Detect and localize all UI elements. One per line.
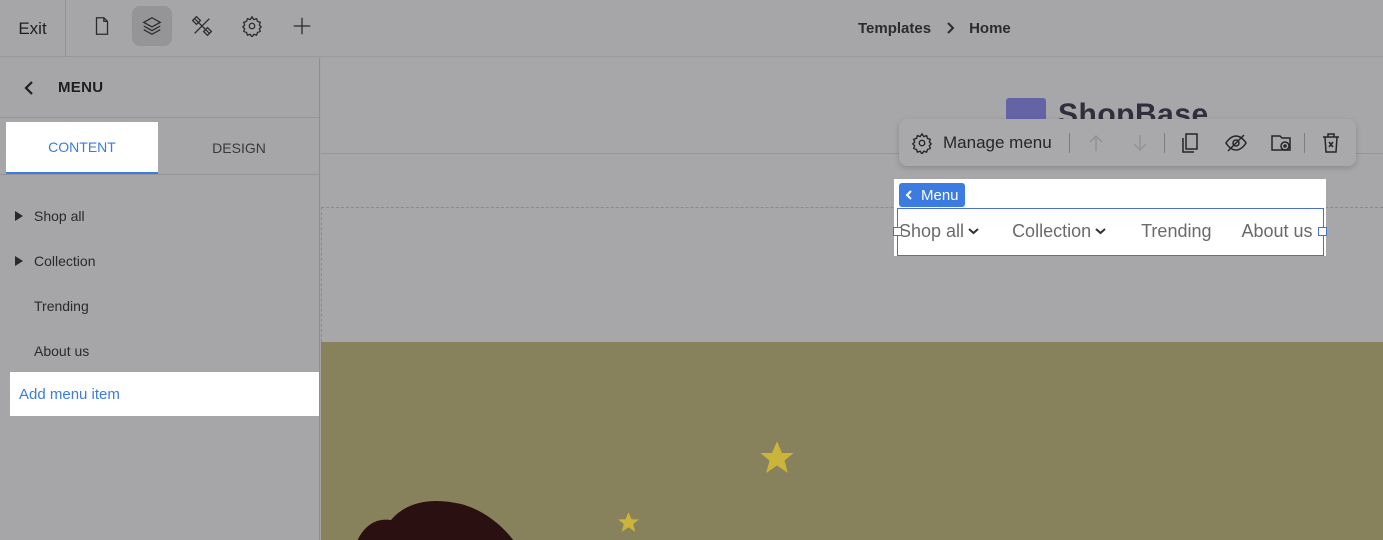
hide-button[interactable] (1224, 131, 1248, 155)
menu-item-shop-all[interactable]: Shop all (0, 193, 319, 238)
breadcrumb-home: Home (969, 19, 1011, 37)
toolbar-divider (1069, 133, 1070, 153)
tab-content[interactable]: CONTENT (6, 122, 158, 174)
toolbar-divider (1304, 133, 1305, 153)
menu-item-label: Shop all (34, 207, 85, 224)
hero-banner[interactable] (321, 342, 1383, 540)
gear-icon (911, 132, 933, 154)
menu-item-collection[interactable]: Collection (0, 238, 319, 283)
top-bar: Exit Templates Home (0, 0, 1383, 57)
gear-icon (241, 15, 263, 37)
caret-right-icon[interactable] (14, 210, 24, 222)
menu-item-list: Shop all Collection Trending About us (0, 175, 319, 373)
breadcrumb: Templates Home (858, 18, 1011, 38)
manage-menu-label: Manage menu (943, 132, 1052, 152)
page-button[interactable] (82, 6, 122, 46)
toolbar-divider (1164, 133, 1165, 153)
arrow-down-icon (1133, 135, 1147, 152)
chevron-right-icon (947, 22, 955, 34)
hero-illustration (357, 501, 514, 540)
add-section-button[interactable] (1269, 131, 1293, 155)
delete-icon (1323, 133, 1339, 153)
design-tools-icon (191, 15, 213, 37)
duplicate-button[interactable] (1179, 131, 1203, 155)
menu-item-trending[interactable]: Trending (0, 283, 319, 328)
back-icon[interactable] (20, 79, 38, 97)
caret-right-icon[interactable] (14, 255, 24, 267)
menu-badge-label: Menu (921, 186, 959, 204)
sidebar-title: MENU (58, 79, 104, 96)
add-button[interactable] (282, 6, 322, 46)
exit-button[interactable]: Exit (0, 0, 66, 57)
delete-button[interactable] (1319, 131, 1343, 155)
move-up-button[interactable] (1084, 131, 1108, 155)
sidebar-tabs: CONTENT DESIGN (0, 118, 319, 175)
menu-item-label: About us (34, 342, 90, 359)
add-menu-item-button[interactable]: Add menu item (10, 372, 319, 416)
tab-design[interactable]: DESIGN (163, 122, 315, 174)
sidebar: MENU CONTENT DESIGN Shop all Collection … (0, 58, 320, 540)
menu-item-label: Collection (34, 252, 96, 269)
chevron-left-icon (905, 190, 912, 200)
star-icon (760, 441, 794, 473)
menu-item-about-us[interactable]: About us (0, 328, 319, 373)
settings-button[interactable] (232, 6, 272, 46)
sidebar-header: MENU (0, 58, 319, 118)
menu-selection-frame (897, 208, 1324, 256)
layers-icon (142, 17, 162, 35)
resize-handle-right[interactable] (1318, 227, 1327, 236)
breadcrumb-templates[interactable]: Templates (858, 20, 931, 37)
duplicate-icon (1182, 133, 1198, 153)
plus-icon (293, 17, 311, 35)
menu-floating-toolbar: Manage menu (899, 119, 1356, 166)
menu-item-label: Trending (34, 297, 89, 314)
add-section-icon (1271, 135, 1291, 151)
layers-button[interactable] (132, 6, 172, 46)
manage-menu-button[interactable]: Manage menu (911, 119, 1052, 166)
menu-block-badge[interactable]: Menu (899, 183, 965, 207)
design-tools-button[interactable] (182, 6, 222, 46)
move-down-button[interactable] (1128, 131, 1152, 155)
page-icon (95, 17, 109, 35)
arrow-up-icon (1089, 134, 1103, 151)
star-icon (618, 512, 639, 532)
hide-icon (1225, 134, 1247, 152)
resize-handle-left[interactable] (893, 227, 902, 236)
